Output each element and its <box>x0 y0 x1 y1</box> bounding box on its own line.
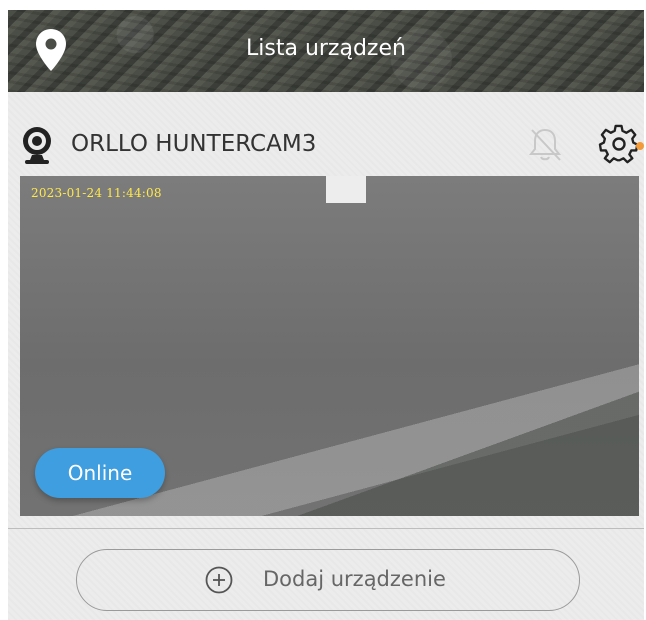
plus-circle-icon <box>205 566 233 594</box>
header-bar: Lista urządzeń <box>8 10 644 92</box>
device-list-screen: Lista urządzeń ORLLO HUNTERCAM3 2023-01-… <box>0 0 646 620</box>
add-device-label: Dodaj urządzenie <box>263 567 446 591</box>
camera-timestamp: 2023-01-24 11:44:08 <box>31 186 162 200</box>
device-header-row: ORLLO HUNTERCAM3 <box>8 120 644 170</box>
bell-off-icon[interactable] <box>524 124 566 164</box>
device-name[interactable]: ORLLO HUNTERCAM3 <box>71 131 316 157</box>
device-list: ORLLO HUNTERCAM3 2023-01-24 11:44:08 Onl… <box>8 92 644 528</box>
settings-indicator-dot <box>636 142 644 150</box>
webcam-icon <box>23 127 51 164</box>
footer-area: Dodaj urządzenie <box>8 529 644 620</box>
camera-preview[interactable]: 2023-01-24 11:44:08 Online <box>20 176 639 516</box>
page-title: Lista urządzeń <box>246 36 406 61</box>
status-badge: Online <box>35 448 165 498</box>
add-device-button[interactable]: Dodaj urządzenie <box>76 549 580 611</box>
gear-icon[interactable] <box>598 124 640 164</box>
overlay-patch <box>326 176 366 203</box>
